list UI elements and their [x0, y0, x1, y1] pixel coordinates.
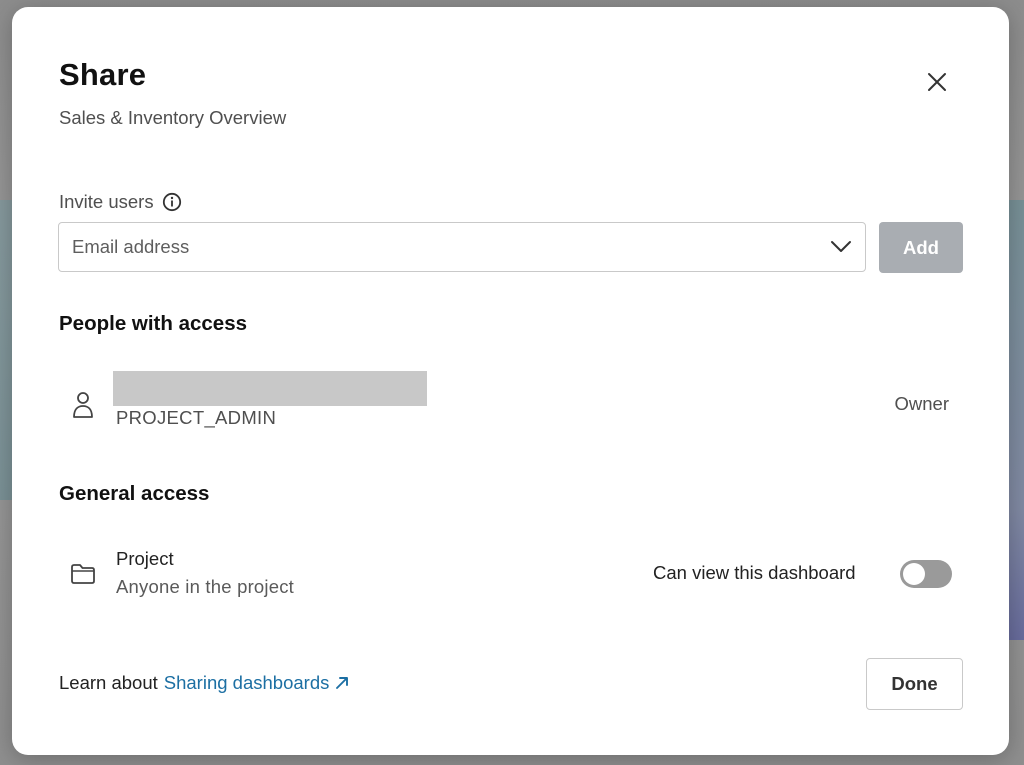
- chevron-down-icon: [831, 241, 851, 252]
- general-access-heading: General access: [59, 482, 210, 505]
- email-input[interactable]: [70, 235, 821, 259]
- backdrop-tint-right: [1008, 200, 1024, 640]
- add-button[interactable]: Add: [879, 222, 963, 273]
- external-link-icon: [336, 677, 349, 689]
- access-scope-name: Project: [116, 548, 174, 569]
- person-role: PROJECT_ADMIN: [116, 407, 277, 428]
- share-dialog: Share Sales & Inventory Overview Invite …: [12, 7, 1009, 755]
- can-view-toggle[interactable]: [900, 560, 952, 588]
- email-address-combobox[interactable]: [58, 222, 866, 272]
- invite-users-label: Invite users: [59, 191, 182, 213]
- toggle-knob: [903, 563, 925, 585]
- folder-icon: [71, 564, 95, 584]
- learn-about-prefix: Learn about: [59, 672, 158, 693]
- sharing-dashboards-link-text: Sharing dashboards: [163, 672, 330, 693]
- close-button[interactable]: [920, 65, 954, 99]
- invite-users-text: Invite users: [59, 191, 154, 212]
- dialog-title: Share: [59, 57, 147, 92]
- dialog-subtitle: Sales & Inventory Overview: [59, 107, 287, 128]
- redacted-user-name: [113, 371, 427, 406]
- access-scope-description: Anyone in the project: [116, 576, 295, 597]
- permission-owner-label: Owner: [894, 393, 950, 414]
- info-icon[interactable]: [162, 192, 182, 212]
- email-dropdown-toggle[interactable]: [821, 227, 861, 267]
- sharing-dashboards-link[interactable]: Sharing dashboards: [164, 672, 350, 694]
- person-row: PROJECT_ADMIN Owner: [59, 371, 959, 433]
- user-icon: [73, 392, 93, 418]
- close-icon: [928, 73, 946, 91]
- learn-about-text: Learn about Sharing dashboards: [59, 672, 349, 694]
- can-view-label: Can view this dashboard: [653, 562, 856, 583]
- general-access-row: Project Anyone in the project Can view t…: [59, 546, 959, 608]
- people-with-access-heading: People with access: [59, 312, 248, 335]
- done-button[interactable]: Done: [866, 658, 963, 710]
